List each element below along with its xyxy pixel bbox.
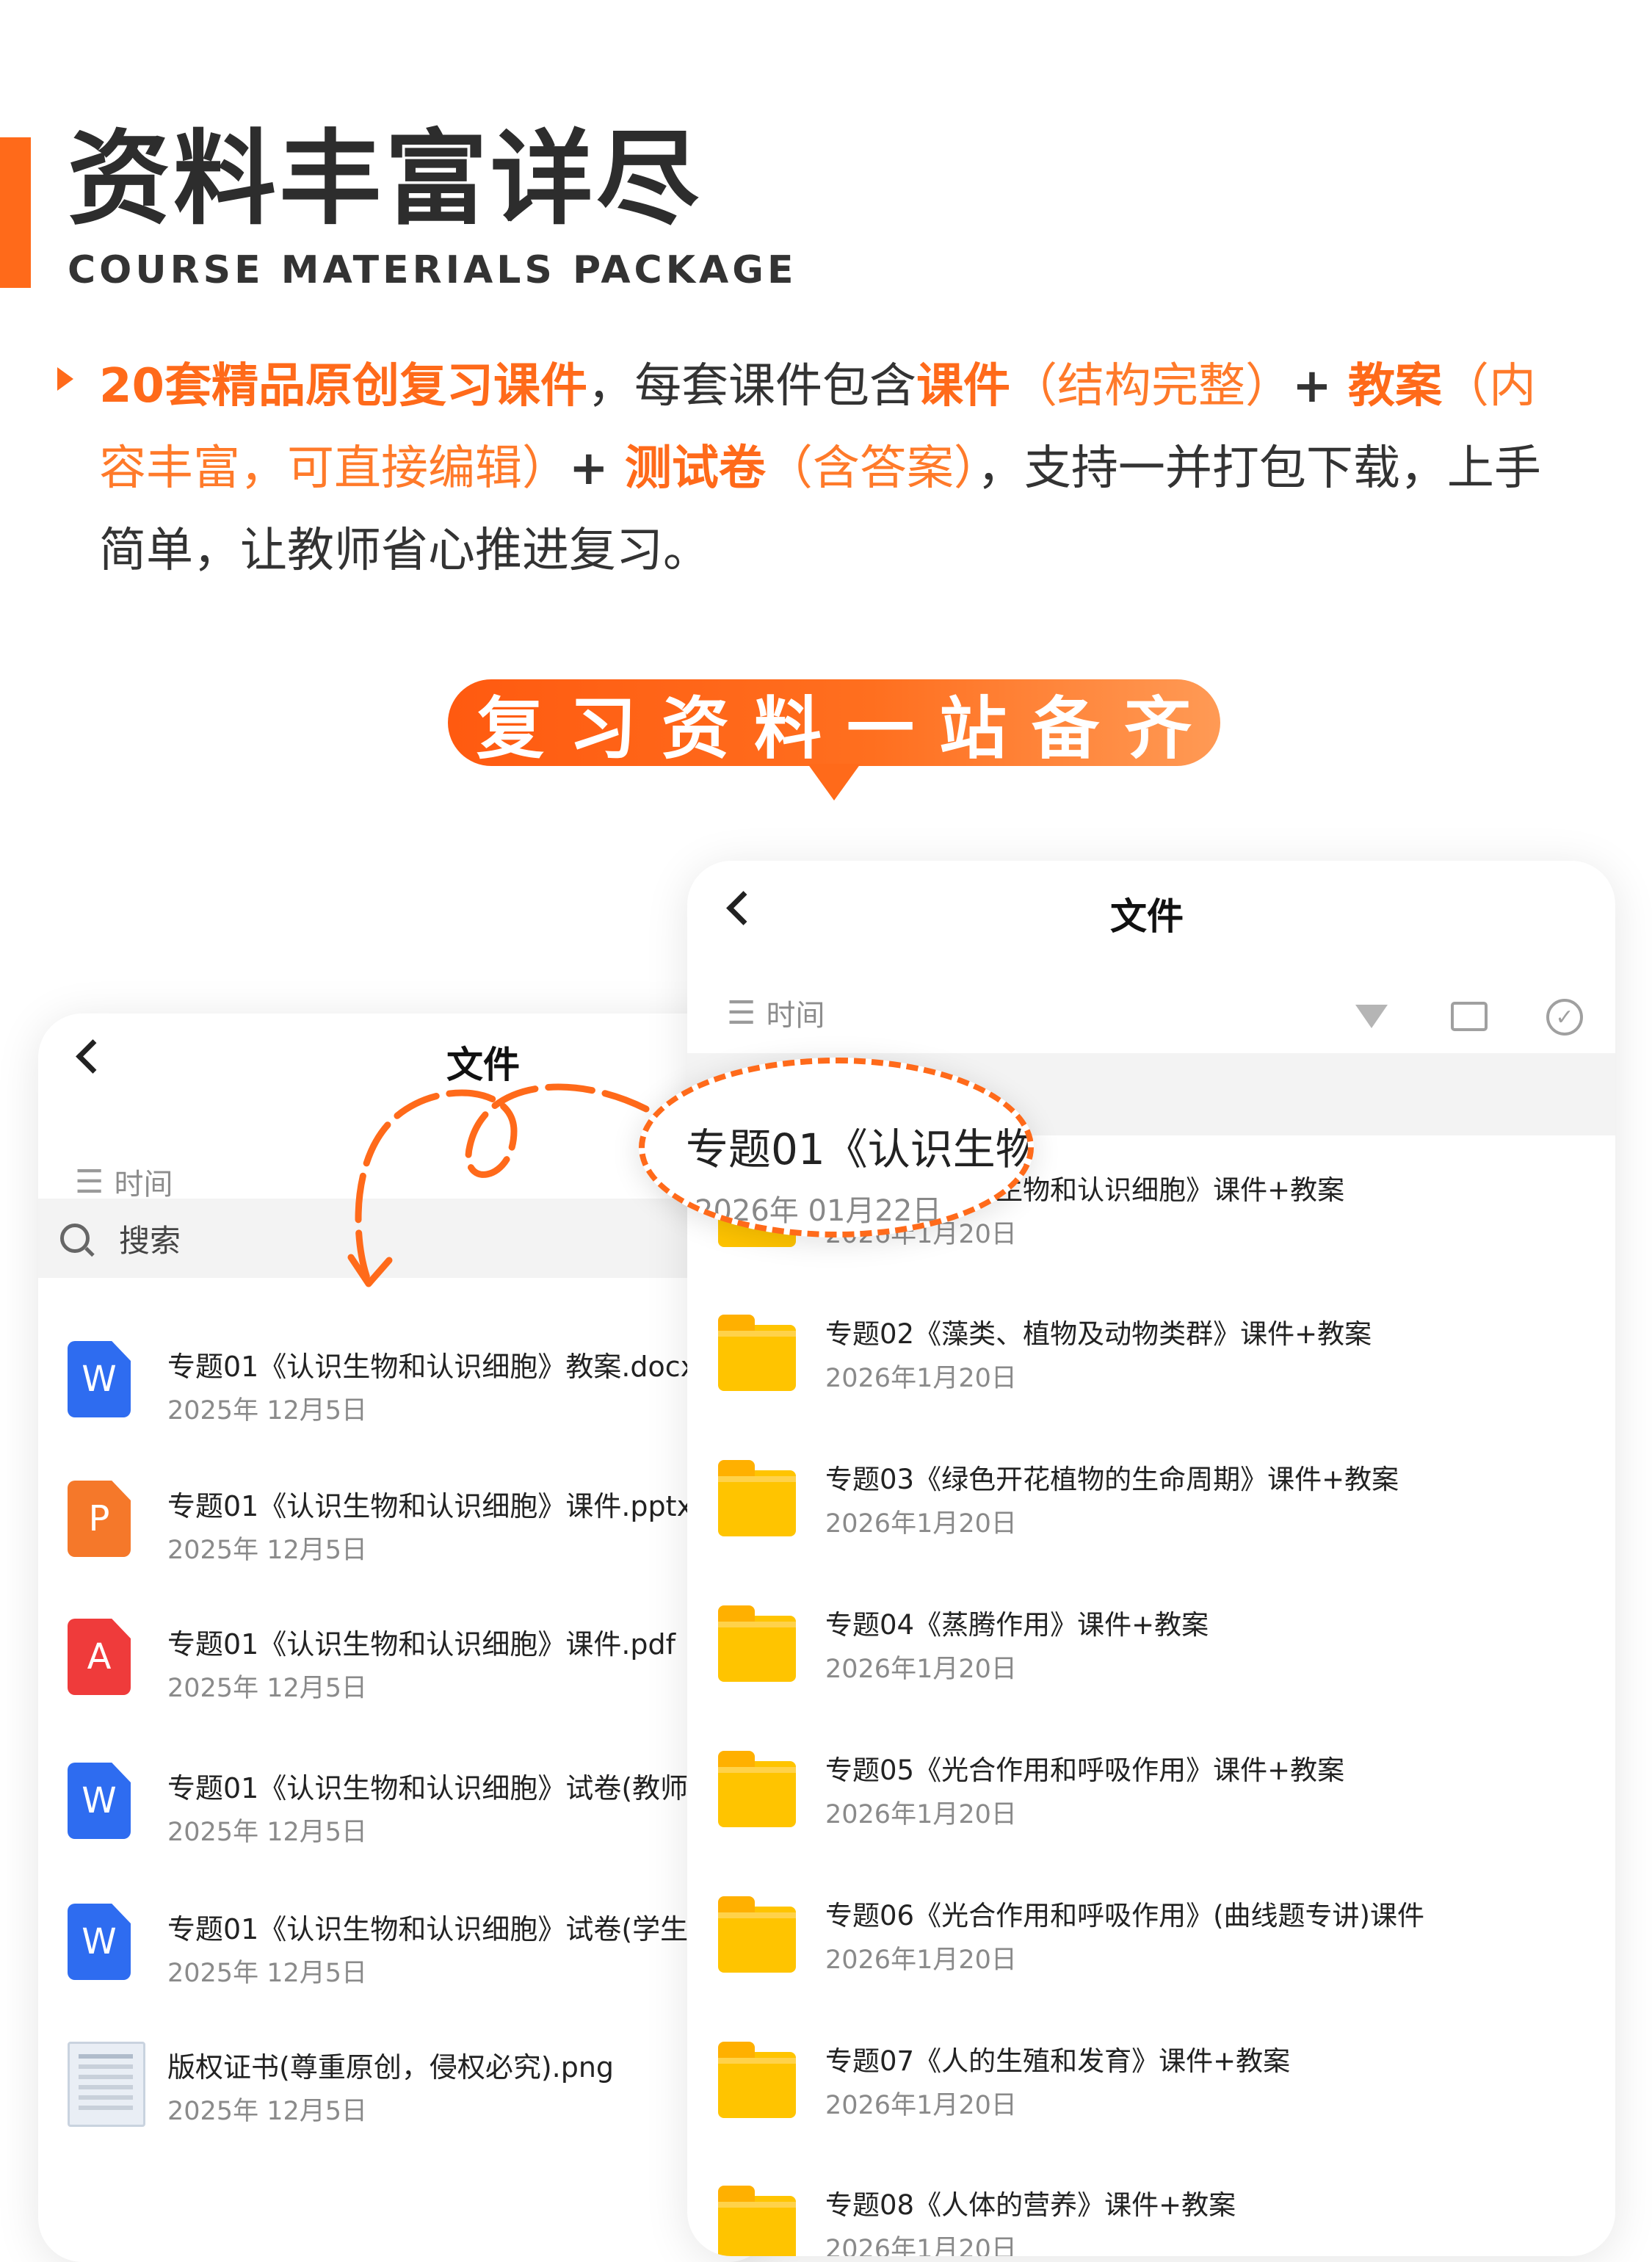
zoom-title: 专题01《认识生物: [686, 1124, 1034, 1174]
folder-icon: [718, 2186, 796, 2256]
zoom-callout: 专题01《认识生物 2026年 01月22日: [639, 1058, 1034, 1237]
folder-date: 2026年1月20日: [825, 2235, 1017, 2256]
zoom-date: 2026年 01月22日: [695, 1194, 942, 1228]
